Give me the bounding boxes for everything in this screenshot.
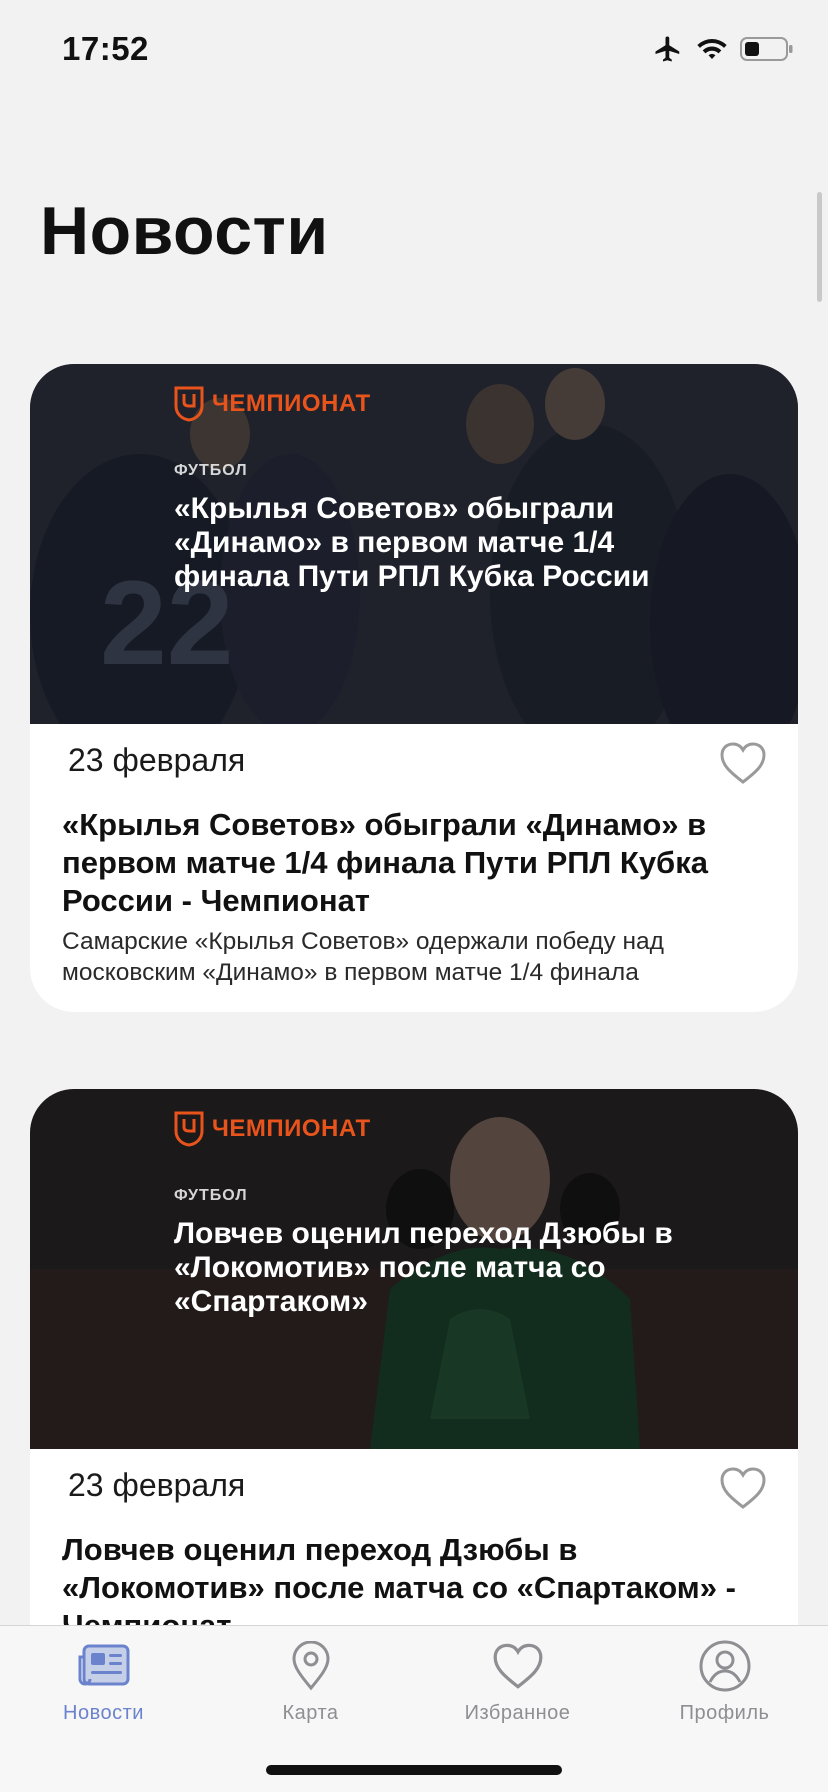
tab-map[interactable]: Карта	[207, 1626, 414, 1736]
tab-profile[interactable]: Профиль	[621, 1626, 828, 1736]
championat-logo-icon	[174, 1111, 204, 1147]
heart-icon	[490, 1640, 546, 1692]
heart-outline-icon	[720, 742, 766, 784]
image-headline: Ловчев оценил переход Дзюбы в «Локомотив…	[174, 1217, 673, 1318]
news-description: Самарские «Крылья Советов» одержали побе…	[62, 928, 664, 986]
news-screen: 17:52 Новости 22 ЧЕМПИОНАТ ФУТБОЛ «Крыль…	[0, 0, 828, 1792]
page-title: Новости	[40, 193, 329, 269]
favorite-button[interactable]	[718, 740, 768, 786]
image-headline: «Крылья Советов» обыграли «Динамо» в пер…	[174, 492, 650, 593]
heart-outline-icon	[720, 1467, 766, 1509]
news-date: 23 февраля	[68, 742, 246, 778]
map-pin-icon	[289, 1640, 333, 1692]
airplane-icon	[652, 34, 684, 64]
news-title: «Крылья Советов» обыграли «Динамо» в пер…	[62, 807, 708, 918]
newspaper-icon	[76, 1640, 132, 1692]
brand-name: ЧЕМПИОНАТ	[212, 390, 371, 417]
brand-name: ЧЕМПИОНАТ	[212, 1115, 371, 1142]
news-card-image: 22 ЧЕМПИОНАТ ФУТБОЛ «Крылья Советов» обы…	[30, 364, 798, 724]
brand-logo: ЧЕМПИОНАТ	[174, 386, 371, 422]
tab-news[interactable]: Новости	[0, 1626, 207, 1736]
news-date: 23 февраля	[68, 1467, 246, 1503]
tab-label: Карта	[282, 1702, 339, 1724]
status-time: 17:52	[62, 30, 149, 67]
news-card[interactable]: 22 ЧЕМПИОНАТ ФУТБОЛ «Крылья Советов» обы…	[30, 364, 798, 1012]
scroll-indicator[interactable]	[817, 192, 822, 302]
tab-favorites[interactable]: Избранное	[414, 1626, 621, 1736]
favorite-button[interactable]	[718, 1465, 768, 1511]
tab-label: Профиль	[679, 1702, 770, 1724]
brand-logo: ЧЕМПИОНАТ	[174, 1111, 371, 1147]
championat-logo-icon	[174, 386, 204, 422]
home-indicator[interactable]	[266, 1765, 562, 1775]
tab-label: Избранное	[464, 1702, 571, 1724]
tab-label: Новости	[63, 1702, 144, 1724]
battery-icon	[740, 36, 794, 62]
status-icons	[652, 34, 794, 64]
news-category: ФУТБОЛ	[174, 462, 248, 479]
news-card-image: ЧЕМПИОНАТ ФУТБОЛ Ловчев оценил переход Д…	[30, 1089, 798, 1449]
news-category: ФУТБОЛ	[174, 1187, 248, 1204]
profile-icon	[698, 1640, 752, 1692]
status-bar: 17:52	[0, 0, 828, 100]
wifi-icon	[696, 36, 728, 62]
